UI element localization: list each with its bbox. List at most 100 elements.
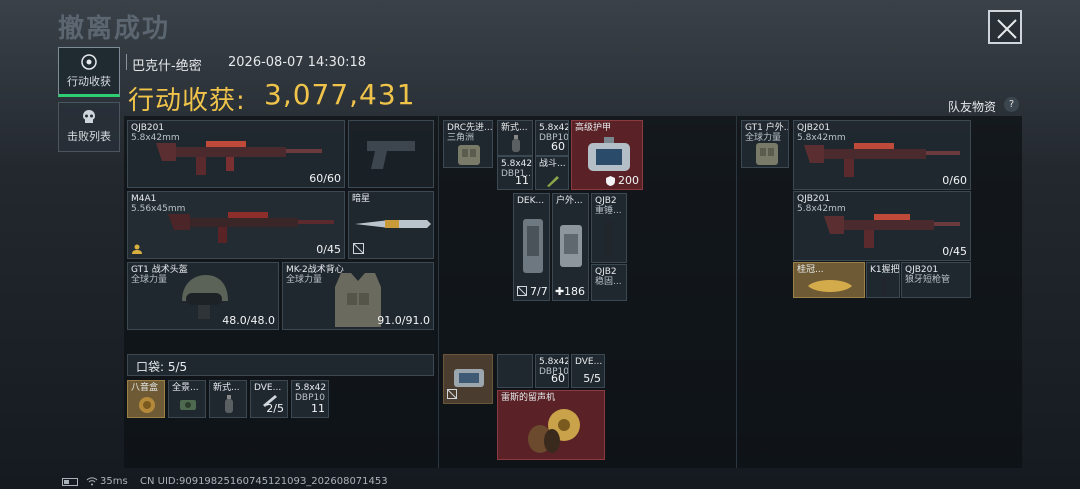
weapon-ammo: 0/45 [942, 245, 967, 258]
stock-icon [605, 220, 613, 258]
teammate-item[interactable]: GT1 户外... 全球力量 [741, 120, 789, 168]
item-name: 5.8x42 [295, 383, 327, 393]
teammate-weapon-slot[interactable]: QJB201 5.8x42mm 0/60 [793, 120, 971, 190]
primary-weapon-slot[interactable]: QJB201 5.8x42mm 60/60 [127, 120, 345, 188]
close-button[interactable] [988, 10, 1022, 44]
grenade-icon [512, 135, 520, 152]
user-uid: CN UID:9091982516074512109З_202608071453 [140, 476, 388, 487]
wifi-icon [86, 477, 98, 486]
unlocked-icon [517, 286, 527, 296]
container-item[interactable]: 雷斯的留声机 [497, 390, 605, 460]
chest-rig-icon [756, 143, 778, 165]
unlocked-icon [447, 389, 457, 399]
item-name: GT1 户外... [745, 123, 789, 133]
medkit-icon [523, 219, 543, 273]
armor-brand: 全球力量 [286, 275, 323, 285]
gain-value: 3,077,431 [264, 78, 416, 111]
map-name: 巴克什-绝密 [132, 59, 202, 74]
help-icon[interactable]: ? [1004, 97, 1019, 112]
rifle-icon [156, 141, 322, 175]
teammate-loot-label[interactable]: 队友物资 [948, 98, 996, 115]
ping-value: 35ms [100, 476, 128, 487]
gain-label: 行动收获: [128, 86, 246, 116]
pocket-item[interactable]: 全景... [168, 380, 206, 418]
tab-kill-list[interactable]: 击败列表 [58, 102, 120, 152]
item-name: 新式... [213, 383, 240, 393]
teammate-mark-icon [132, 244, 142, 254]
pocket-item[interactable]: 5.8x42 DBP10 11 [291, 380, 329, 418]
backpack-item[interactable]: 5.8x42 DBP10 60 [535, 120, 569, 156]
item-name: QJB2 [595, 267, 617, 277]
item-name: DVE... [254, 383, 282, 393]
backpack-item[interactable]: 战斗... [535, 156, 569, 190]
item-name: 5.8x42 [501, 159, 533, 169]
item-name: 桂冠... [797, 265, 824, 275]
weapon-name: M4A1 [131, 194, 157, 204]
helmet-brand: 全球力量 [131, 275, 168, 285]
item-name: 高级护甲 [575, 123, 612, 133]
item-name: 新式... [501, 123, 528, 133]
backpack-item[interactable]: 高级护甲 200 [571, 120, 643, 190]
item-name: K1握把 [870, 265, 900, 275]
container-empty-slot[interactable] [497, 354, 533, 388]
tab-loot[interactable]: 行动收获 [58, 47, 120, 97]
weapon-caliber: 5.8x42mm [797, 204, 846, 214]
backpack-item[interactable]: QJB2 重锤... [591, 193, 627, 263]
item-name: QJB201 [905, 265, 939, 275]
weapon-ammo: 60/60 [309, 172, 341, 185]
gramophone-icon [528, 409, 580, 453]
item-count: 11 [515, 174, 529, 187]
item-name: 全景... [172, 383, 199, 393]
weapon-name: QJB201 [131, 123, 165, 133]
weapon-name: QJB201 [797, 123, 831, 133]
item-name: 雷斯的留声机 [501, 393, 556, 403]
item-name: DVE... [575, 357, 603, 367]
melee-name: 暗星 [352, 194, 371, 204]
backpack-item[interactable]: 新式... [497, 120, 533, 156]
armor-slot[interactable]: MK-2战术背心 全球力量 91.0/91.0 [282, 262, 434, 330]
pocket-item[interactable]: 八音盒 [127, 380, 165, 418]
container-item[interactable]: 5.8x42 DBP10 60 [535, 354, 569, 388]
item-name: 户外... [556, 196, 583, 206]
item-count: 60 [551, 372, 565, 385]
header-divider [126, 54, 127, 70]
teammate-attachment[interactable]: K1握把 [866, 262, 900, 298]
weapon-caliber: 5.8x42mm [797, 133, 846, 143]
melee-slot[interactable]: 暗星 [348, 191, 434, 259]
pocket-item[interactable]: 新式... [209, 380, 247, 418]
teammate-weapon-slot[interactable]: QJB201 5.8x42mm 0/45 [793, 191, 971, 261]
pistol-slot[interactable] [348, 120, 434, 188]
panel-divider [438, 116, 439, 468]
weapon-ammo: 0/45 [316, 243, 341, 256]
teammate-attachment[interactable]: QJB201 狼牙短枪管 [901, 262, 971, 298]
shield-icon [606, 176, 615, 186]
secondary-weapon-slot[interactable]: M4A1 5.56x45mm 0/45 [127, 191, 345, 259]
weapon-caliber: 5.8x42mm [131, 133, 180, 143]
camera-icon [180, 400, 196, 410]
item-name: 5.8x42 [539, 357, 569, 367]
helmet-slot[interactable]: GT1 战术头盔 全球力量 48.0/48.0 [127, 262, 279, 330]
rifle-icon [168, 212, 334, 243]
pocket-item[interactable]: DVE... 2/5 [250, 380, 288, 418]
close-icon [997, 19, 1017, 39]
item-sub: 重锤... [595, 206, 622, 216]
item-name: DRC先进... [447, 123, 493, 133]
secure-case-slot[interactable] [443, 354, 493, 404]
backpack-item[interactable]: 5.8x42 DBP1... 11 [497, 156, 533, 190]
item-name: 八音盒 [131, 383, 159, 393]
item-name: QJB2 [595, 196, 617, 206]
vest-icon [335, 273, 381, 327]
item-name: DEK... [517, 196, 545, 206]
teammate-attachment[interactable]: 桂冠... [793, 262, 865, 298]
backpack-item[interactable]: 户外... ✚ 186 [552, 193, 589, 301]
backpack-item[interactable]: DRC先进... 三角洲 [443, 120, 493, 168]
backpack-item[interactable]: DEK... 7/7 [513, 193, 550, 301]
battery-icon [62, 478, 78, 486]
pocket-header: 口袋: 5/5 [127, 354, 434, 376]
first-aid-icon [560, 225, 582, 267]
item-name: 战斗... [539, 159, 566, 169]
helmet-durability: 48.0/48.0 [222, 314, 275, 327]
backpack-item[interactable]: QJB2 稳固... [591, 264, 627, 301]
case-icon [454, 369, 484, 387]
container-item[interactable]: DVE... 5/5 [571, 354, 605, 388]
